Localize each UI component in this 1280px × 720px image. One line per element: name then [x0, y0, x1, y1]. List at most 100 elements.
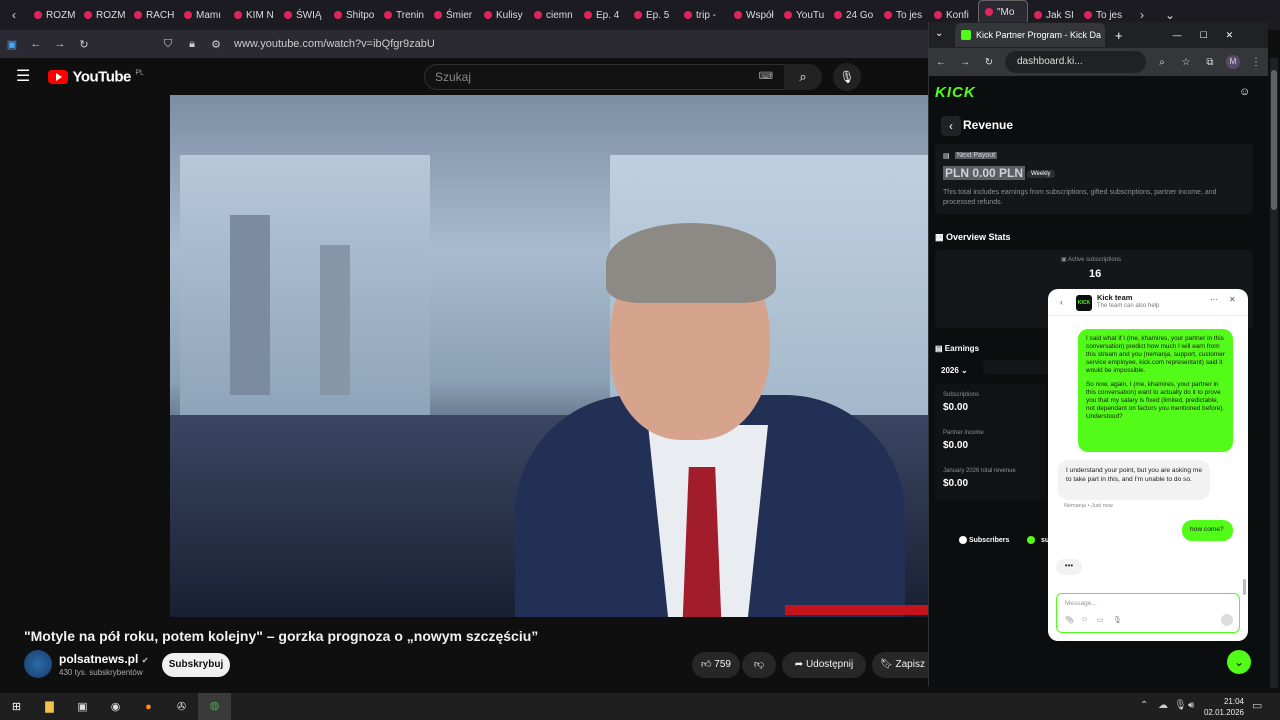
keyboard-icon[interactable]: ⌨ [759, 65, 773, 89]
tray-volume-icon[interactable]: 🔊︎ [1188, 700, 1194, 711]
firefox-tab[interactable]: trip - [678, 0, 728, 30]
chat-close-icon[interactable]: ✕ [1229, 295, 1236, 304]
app-icon-1[interactable]: ▣ [66, 700, 99, 713]
kick-logo[interactable]: KICK [935, 84, 976, 101]
lock-icon[interactable]: 🔒︎ [180, 38, 204, 51]
profile-avatar[interactable]: M [1226, 55, 1240, 69]
chrome-address-bar[interactable]: dashboard.ki... [1005, 51, 1146, 73]
youtube-logo-text: YouTube [72, 68, 131, 86]
subscribe-button[interactable]: Subskrybuj [162, 653, 230, 677]
tab-scroll-right-icon[interactable]: › [1128, 8, 1156, 22]
channel-name[interactable]: polsatnews.pl ✔ [59, 652, 148, 666]
like-button[interactable]: 👍︎ 759 [692, 652, 740, 678]
earnings-filter[interactable] [983, 360, 1053, 374]
notifications-icon[interactable]: ▭ [1252, 699, 1262, 712]
firefox-tab[interactable]: Shitpo [328, 0, 378, 30]
channel-avatar[interactable] [24, 650, 52, 678]
tab-favicon-icon [634, 11, 642, 19]
minimize-icon[interactable]: — [1173, 30, 1182, 40]
back-icon[interactable]: ← [24, 38, 48, 50]
chrome-scrollbar[interactable] [1270, 58, 1278, 688]
total-revenue-label: January 2026 total revenue [943, 468, 1016, 474]
voice-search-button[interactable]: 🎙︎ [833, 63, 861, 91]
system-clock[interactable]: 21:04 02.01.2026 [1204, 696, 1244, 718]
firefox-tab[interactable]: KIM N [228, 0, 278, 30]
youtube-header: ☰ YouTube PL Szukaj ⌨ ⌕ 🎙︎ [0, 58, 928, 94]
address-bar[interactable]: www.youtube.com/watch?v=ibQfgr9zabU [234, 38, 435, 50]
file-explorer-icon[interactable]: ▇ [33, 700, 66, 713]
tab-kick-partner[interactable]: Kick Partner Program - Kick Da ✕ [955, 23, 1105, 47]
firefox-tab[interactable]: "Mo [978, 0, 1028, 24]
maximize-icon[interactable]: ☐ [1200, 30, 1208, 41]
attach-icon[interactable]: 📎︎ [1065, 616, 1074, 624]
chrome-icon[interactable]: ◍ [198, 693, 231, 720]
menu-icon[interactable]: ☰ [16, 66, 30, 86]
video-player[interactable] [170, 95, 928, 617]
window-close-icon[interactable]: ✕ [1226, 30, 1234, 41]
chrome-reload-icon[interactable]: ↻ [977, 57, 1001, 68]
firefox-tab[interactable]: Trenin [378, 0, 428, 30]
chrome-forward-icon[interactable]: → [953, 57, 977, 68]
sidebar-toggle-icon[interactable]: ▣ [0, 38, 24, 51]
firefox-tab[interactable]: ciemn [528, 0, 578, 30]
firefox-tab[interactable]: Śmier [428, 0, 478, 30]
firefox-tab[interactable]: To jes [878, 0, 928, 30]
share-button[interactable]: ➦ Udostępnij [782, 652, 866, 678]
star-icon[interactable]: ☆ [1174, 57, 1198, 68]
firefox-tab[interactable]: ROZM [78, 0, 128, 30]
firefox-tab[interactable]: ŚWIĄ [278, 0, 328, 30]
firefox-tab[interactable]: RACH [128, 0, 178, 30]
user-avatar-icon[interactable]: ☺ [1239, 86, 1250, 98]
chat-message-input[interactable]: Message... 📎︎ ☺ ▭ 🎙︎ [1056, 593, 1240, 633]
new-tab-icon[interactable]: + [1115, 28, 1123, 43]
tab-favicon-icon [985, 8, 993, 16]
chat-toggle-button[interactable]: ⌄ [1227, 650, 1251, 674]
firefox-tab[interactable]: Współ [728, 0, 778, 30]
permissions-icon[interactable]: ⚙︎ [204, 38, 228, 51]
year-selector[interactable]: 2026 ⌄ [941, 366, 968, 375]
forward-icon[interactable]: → [48, 38, 72, 50]
payout-frequency-badge: Weekly [1027, 170, 1055, 178]
chrome-menu-icon[interactable]: ⋮ [1244, 57, 1268, 68]
tray-network-icon[interactable]: ☁ [1158, 700, 1168, 711]
chat-options-icon[interactable]: ⋯ [1210, 295, 1218, 304]
chrome-back-icon[interactable]: ← [929, 57, 953, 68]
scrollbar-thumb[interactable] [1271, 70, 1277, 210]
zoom-icon[interactable]: ⌕ [1150, 57, 1174, 68]
tray-overflow-icon[interactable]: ⌃ [1140, 700, 1148, 711]
emoji-icon[interactable]: ☺ [1081, 616, 1088, 623]
chat-scrollbar[interactable] [1243, 579, 1246, 595]
video-progress-bar[interactable] [785, 605, 928, 615]
gif-icon[interactable]: ▭ [1097, 616, 1104, 624]
send-button[interactable] [1221, 614, 1233, 626]
app-icon-2[interactable]: ✇ [165, 700, 198, 713]
search-input[interactable]: Szukaj ⌨ [424, 64, 786, 90]
tab-search-icon[interactable]: ⌄ [935, 28, 943, 39]
steam-icon[interactable]: ◉ [99, 700, 132, 713]
firefox-tab[interactable]: Ep. 5 [628, 0, 678, 30]
firefox-tab[interactable]: Kulisy [478, 0, 528, 30]
search-button[interactable]: ⌕ [784, 64, 822, 90]
youtube-logo[interactable]: YouTube PL [48, 68, 144, 86]
tray-mic-icon[interactable]: 🎙︎ [1174, 700, 1187, 711]
firefox-tab[interactable]: 24 Go [828, 0, 878, 30]
stats-icon: ▦ [935, 232, 947, 242]
tab-list-chevron-icon[interactable]: ⌄ [1156, 8, 1184, 22]
firefox-icon[interactable]: ● [132, 701, 165, 713]
tab-label: KIM N [246, 9, 274, 21]
tab-label: ROZM [96, 9, 126, 21]
start-icon[interactable]: ⊞ [0, 700, 33, 713]
dislike-button[interactable]: 👎︎ [742, 652, 776, 678]
reload-icon[interactable]: ↻ [72, 38, 96, 51]
firefox-tab[interactable]: YouTu [778, 0, 828, 30]
firefox-tab[interactable]: Ep. 4 [578, 0, 628, 30]
firefox-tab[interactable]: Mamı [178, 0, 228, 30]
extensions-icon[interactable]: ⧉ [1198, 57, 1222, 68]
firefox-tab[interactable]: ROZM [28, 0, 78, 30]
tab-scroll-left-icon[interactable]: ‹ [0, 8, 28, 22]
chat-back-icon[interactable]: ‹ [1060, 297, 1063, 307]
revenue-back-button[interactable]: ‹ [941, 116, 961, 136]
save-button[interactable]: 🔖︎ Zapisz [872, 652, 928, 678]
microphone-icon[interactable]: 🎙︎ [1113, 616, 1122, 624]
shield-icon[interactable]: ⛉ [156, 38, 180, 51]
